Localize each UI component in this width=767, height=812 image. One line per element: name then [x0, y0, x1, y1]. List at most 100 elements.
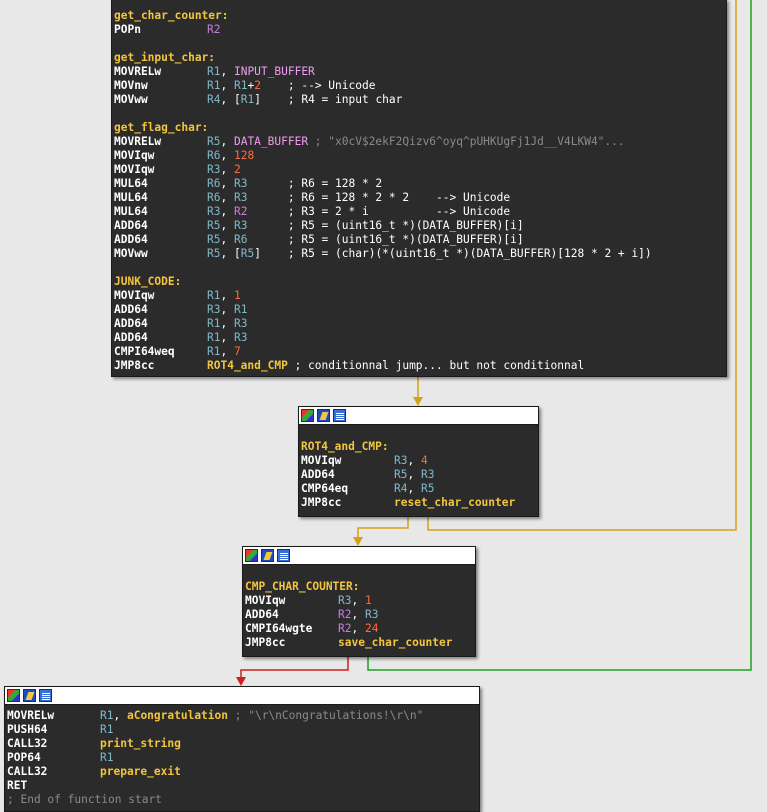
instruction-line[interactable]: MUL64 R6, R3 ; R6 = 128 * 2: [114, 177, 724, 191]
code-label[interactable]: CMP_CHAR_COUNTER:: [245, 580, 360, 594]
node-cmp-char-counter[interactable]: CMP_CHAR_COUNTER: MOVIqw R3, 1 ADD64 R2, R3 C…: [242, 546, 476, 657]
register-operand: R3: [233, 191, 248, 204]
instruction-line[interactable]: ADD64 R1, R3: [114, 331, 724, 345]
instruction-line[interactable]: MOVww R4, [R1] ; R4 = input char: [114, 93, 724, 107]
code-label[interactable]: JUNK_CODE:: [114, 275, 181, 289]
graph-overview-icon[interactable]: [301, 409, 314, 422]
operands: R1, R1+2 ; --> Unicode: [207, 79, 375, 93]
immediate-operand: 1: [364, 594, 372, 607]
operands: R4, R5: [394, 482, 434, 496]
operands: ROT4_and_CMP ; conditionnal jump... but …: [207, 359, 584, 373]
operands: R1, 7: [207, 345, 241, 359]
instruction-line[interactable]: CMPI64weq R1, 7: [114, 345, 724, 359]
register-operand: R1: [207, 79, 221, 92]
instruction-line[interactable]: MOVRELw R5, DATA_BUFFER ; "x0cV$2ekF2Qizv…: [114, 135, 724, 149]
instruction-line[interactable]: CMPI64wgte R2, 24: [245, 622, 473, 636]
branch-target[interactable]: save_char_counter: [338, 636, 453, 649]
instruction-line[interactable]: MOVRELw R1, aCongratulation ; "\r\nCongra…: [7, 709, 477, 723]
instruction-line[interactable]: JMP8cc ROT4_and_CMP ; conditionnal jump..…: [114, 359, 724, 373]
code-label[interactable]: get_flag_char:: [114, 121, 208, 135]
node-congratulations[interactable]: MOVRELw R1, aCongratulation ; "\r\nCongra…: [4, 686, 480, 812]
instruction-line[interactable]: CALL32 prepare_exit: [7, 765, 477, 779]
instruction-line[interactable]: ADD64 R2, R3: [245, 608, 473, 622]
instruction-line[interactable]: MOVIqw R6, 128: [114, 149, 724, 163]
register-operand: R6: [207, 149, 221, 162]
node-get-char-counter[interactable]: get_char_counter: POPn R2 get_input_char: MO…: [111, 0, 727, 377]
operands: R4, [R1] ; R4 = input char: [207, 93, 402, 107]
edit-node-icon[interactable]: [23, 689, 36, 702]
code-label[interactable]: ROT4_and_CMP:: [301, 440, 389, 454]
symbol-operand[interactable]: DATA_BUFFER: [234, 135, 308, 148]
instruction-line[interactable]: JMP8cc save_char_counter: [245, 636, 473, 650]
instruction-line[interactable]: MUL64 R6, R3 ; R6 = 128 * 2 * 2 --> Unico…: [114, 191, 724, 205]
instruction-line[interactable]: POPn R2: [114, 23, 724, 37]
instruction-line[interactable]: ADD64 R5, R3: [301, 468, 536, 482]
instruction-line[interactable]: POP64 R1: [7, 751, 477, 765]
instruction-line[interactable]: PUSH64 R1: [7, 723, 477, 737]
instruction-line[interactable]: MUL64 R3, R2 ; R3 = 2 * i --> Unicode: [114, 205, 724, 219]
code-label[interactable]: get_input_char:: [114, 51, 215, 65]
operand-text: ,: [220, 219, 234, 232]
mnemonic: MOVIqw: [114, 289, 155, 302]
instruction-line[interactable]: ADD64 R5, R3 ; R5 = (uint16_t *)(DATA_BUF…: [114, 219, 724, 233]
graph-overview-icon[interactable]: [245, 549, 258, 562]
branch-target[interactable]: prepare_exit: [100, 765, 181, 778]
instruction-line[interactable]: MOVIqw R3, 2: [114, 163, 724, 177]
mnemonic: MUL64: [114, 191, 148, 204]
operands: prepare_exit: [100, 765, 181, 779]
instruction-line[interactable]: RET: [7, 779, 477, 793]
node-rot4-and-cmp[interactable]: ROT4_and_CMP: MOVIqw R3, 4 ADD64 R5, R3 CMP64…: [298, 406, 539, 517]
instruction-line[interactable]: MOVIqw R3, 1: [245, 594, 473, 608]
operand-text: ,: [220, 345, 234, 358]
immediate-operand: 24: [364, 622, 379, 635]
instruction-line[interactable]: CMP64eq R4, R5: [301, 482, 536, 496]
operand-text: ,: [220, 149, 234, 162]
operand-text: , [: [220, 93, 241, 106]
code-comment: ; R6 = 128 * 2: [247, 177, 383, 190]
register-operand: R3: [233, 317, 248, 330]
operand-text: ,: [220, 79, 234, 92]
mnemonic: MOVIqw: [114, 163, 155, 176]
mnemonic: MOVww: [114, 93, 148, 106]
immediate-operand: 7: [233, 345, 241, 358]
mnemonic: CALL32: [7, 765, 48, 778]
instruction-line[interactable]: ADD64 R1, R3: [114, 317, 724, 331]
instruction-line[interactable]: ADD64 R5, R6 ; R5 = (uint16_t *)(DATA_BUF…: [114, 233, 724, 247]
branch-target[interactable]: reset_char_counter: [394, 496, 515, 509]
edit-node-icon[interactable]: [261, 549, 274, 562]
branch-target[interactable]: print_string: [100, 737, 181, 750]
operand-text: ,: [407, 482, 421, 495]
instruction-line[interactable]: MOVIqw R1, 1: [114, 289, 724, 303]
edit-node-icon[interactable]: [317, 409, 330, 422]
branch-target[interactable]: ROT4_and_CMP: [207, 359, 288, 372]
mnemonic: MOVRELw: [114, 135, 162, 148]
instruction-line[interactable]: ADD64 R3, R1: [114, 303, 724, 317]
branch-target[interactable]: aCongratulation: [127, 709, 228, 722]
instruction-line[interactable]: JMP8cc reset_char_counter: [301, 496, 536, 510]
instruction-line[interactable]: MOVRELw R1, INPUT_BUFFER: [114, 65, 724, 79]
instruction-line[interactable]: CALL32 print_string: [7, 737, 477, 751]
operand-text: ,: [220, 163, 234, 176]
operand-text: ]: [254, 247, 261, 260]
code-comment: ; conditionnal jump... but not condition…: [287, 359, 585, 372]
code-comment: ; R5 = (uint16_t *)(DATA_BUFFER)[i]: [247, 233, 524, 246]
text-view-icon[interactable]: [39, 689, 52, 702]
text-view-icon[interactable]: [277, 549, 290, 562]
instruction-line[interactable]: MOVIqw R3, 4: [301, 454, 536, 468]
operands: R1: [100, 751, 113, 765]
mnemonic: MOVIqw: [245, 594, 286, 607]
operands: R1, aCongratulation ; "\r\nCongratulatio…: [100, 709, 423, 723]
symbol-operand[interactable]: INPUT_BUFFER: [234, 65, 315, 78]
immediate-operand: 4: [420, 454, 428, 467]
immediate-operand: 2: [254, 79, 261, 92]
operand-text: ]: [254, 93, 261, 106]
operands: R2: [207, 23, 220, 37]
code-label[interactable]: get_char_counter:: [114, 9, 229, 23]
graph-overview-icon[interactable]: [7, 689, 20, 702]
text-view-icon[interactable]: [333, 409, 346, 422]
instruction-line[interactable]: MOVnw R1, R1+2 ; --> Unicode: [114, 79, 724, 93]
code-line: ; End of function start: [7, 793, 477, 807]
instruction-line[interactable]: MOVww R5, [R5] ; R5 = (char)(*(uint16_t *…: [114, 247, 724, 261]
mnemonic: ADD64: [114, 303, 148, 316]
operand-text: ,: [220, 65, 234, 78]
